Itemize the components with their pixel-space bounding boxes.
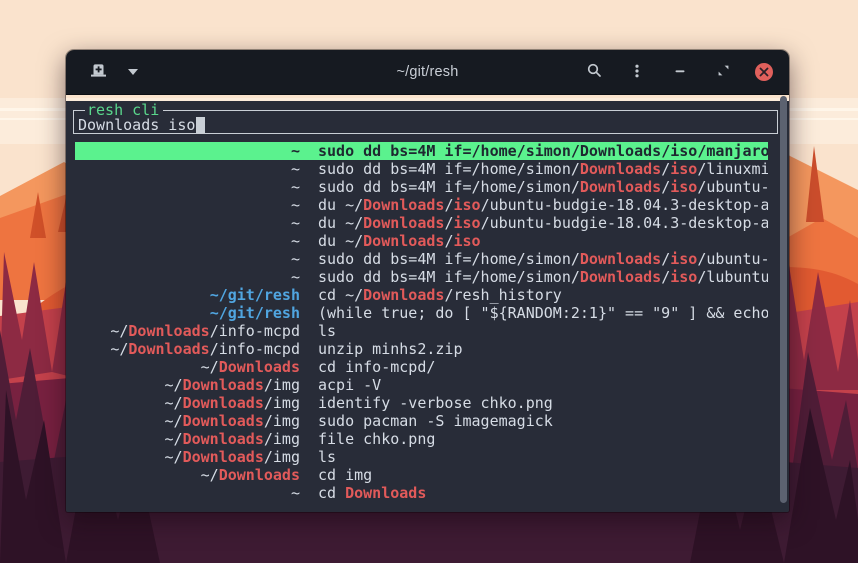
row-pwd: ~/Downloads/img [75,430,300,448]
minimize-icon [673,64,687,81]
history-row[interactable]: ~du ~/Downloads/iso [75,232,768,250]
new-tab-icon [90,62,107,82]
history-row[interactable]: ~/Downloadscd info-mcpd/ [75,358,768,376]
new-tab-button[interactable] [87,61,109,83]
row-command: sudo dd bs=4M if=/home/simon/Downloads/i… [300,178,768,196]
row-pwd: ~ [75,214,300,232]
search-query-input[interactable]: Downloads iso [78,116,771,134]
scrollbar-thumb[interactable] [780,96,787,503]
row-command: du ~/Downloads/iso/ubuntu-budgie-18.04.3… [300,214,768,232]
menu-button[interactable] [626,61,648,83]
row-command: cd img [300,466,768,484]
text-cursor [196,117,205,133]
history-row[interactable]: ~/Downloads/imgsudo pacman -S imagemagic… [75,412,768,430]
row-pwd: ~ [75,178,300,196]
row-command: acpi -V [300,376,768,394]
row-pwd: ~ [75,232,300,250]
close-icon [759,65,769,80]
history-row[interactable]: ~cd Downloads [75,484,768,502]
row-command: file chko.png [300,430,768,448]
row-command: du ~/Downloads/iso [300,232,768,250]
search-button[interactable] [583,61,605,83]
row-pwd: ~/git/resh [75,304,300,322]
row-pwd: ~/Downloads [75,358,300,376]
row-pwd: ~ [75,250,300,268]
row-pwd: ~ [75,268,300,286]
chevron-down-icon [128,69,138,75]
history-row[interactable]: ~sudo dd bs=4M if=/home/simon/Downloads/… [75,268,768,286]
tab-dropdown-button[interactable] [122,61,144,83]
history-row[interactable]: ~/Downloads/imgidentify -verbose chko.pn… [75,394,768,412]
history-row[interactable]: ~/git/reshcd ~/Downloads/resh_history [75,286,768,304]
history-list: ~sudo dd bs=4M if=/home/simon/Downloads/… [75,142,768,502]
history-row[interactable]: ~sudo dd bs=4M if=/home/simon/Downloads/… [75,160,768,178]
history-row[interactable]: ~/Downloads/info-mcpdunzip minhs2.zip [75,340,768,358]
row-pwd: ~ [75,142,300,160]
row-command: ls [300,448,768,466]
terminal-window: ~/git/resh [66,50,789,512]
restore-button[interactable] [712,61,734,83]
row-command: cd Downloads [300,484,768,502]
history-row[interactable]: ~/git/resh(while true; do [ "${RANDOM:2:… [75,304,768,322]
history-row[interactable]: ~/Downloads/imgacpi -V [75,376,768,394]
row-pwd: ~/Downloads/info-mcpd [75,322,300,340]
row-command: sudo dd bs=4M if=/home/simon/Downloads/i… [300,250,768,268]
query-text: Downloads iso [78,116,195,134]
row-command: du ~/Downloads/iso/ubuntu-budgie-18.04.3… [300,196,768,214]
row-pwd: ~ [75,160,300,178]
row-pwd: ~/Downloads/img [75,412,300,430]
row-command: sudo dd bs=4M if=/home/simon/Downloads/i… [300,142,768,160]
close-button[interactable] [755,63,773,81]
row-command: unzip minhs2.zip [300,340,768,358]
history-row[interactable]: ~du ~/Downloads/iso/ubuntu-budgie-18.04.… [75,214,768,232]
history-row[interactable]: ~/Downloadscd img [75,466,768,484]
prompt-box: resh cli Downloads iso [73,101,778,134]
kebab-menu-icon [629,63,645,82]
row-pwd: ~/Downloads/img [75,394,300,412]
terminal-body: resh cli Downloads iso ~sudo dd bs=4M if… [66,101,789,512]
desktop: ~/git/resh [0,0,858,563]
history-row[interactable]: ~/Downloads/info-mcpdls [75,322,768,340]
row-command: sudo dd bs=4M if=/home/simon/Downloads/i… [300,268,768,286]
row-pwd: ~/Downloads [75,466,300,484]
row-pwd: ~/git/resh [75,286,300,304]
history-row[interactable]: ~/Downloads/imgfile chko.png [75,430,768,448]
row-pwd: ~ [75,484,300,502]
row-command: identify -verbose chko.png [300,394,768,412]
row-command: sudo dd bs=4M if=/home/simon/Downloads/i… [300,160,768,178]
history-row[interactable]: ~sudo dd bs=4M if=/home/simon/Downloads/… [75,142,768,160]
history-row[interactable]: ~/Downloads/imgls [75,448,768,466]
row-command: cd info-mcpd/ [300,358,768,376]
search-icon [586,62,603,82]
history-row[interactable]: ~sudo dd bs=4M if=/home/simon/Downloads/… [75,250,768,268]
history-row[interactable]: ~sudo dd bs=4M if=/home/simon/Downloads/… [75,178,768,196]
restore-icon [717,64,730,80]
row-pwd: ~/Downloads/img [75,448,300,466]
row-command: sudo pacman -S imagemagick [300,412,768,430]
row-pwd: ~/Downloads/info-mcpd [75,340,300,358]
row-command: ls [300,322,768,340]
row-pwd: ~/Downloads/img [75,376,300,394]
minimize-button[interactable] [669,61,691,83]
history-row[interactable]: ~du ~/Downloads/iso/ubuntu-budgie-18.04.… [75,196,768,214]
titlebar: ~/git/resh [66,50,789,95]
row-pwd: ~ [75,196,300,214]
row-command: (while true; do [ "${RANDOM:2:1}" == "9"… [300,304,768,322]
row-command: cd ~/Downloads/resh_history [300,286,768,304]
